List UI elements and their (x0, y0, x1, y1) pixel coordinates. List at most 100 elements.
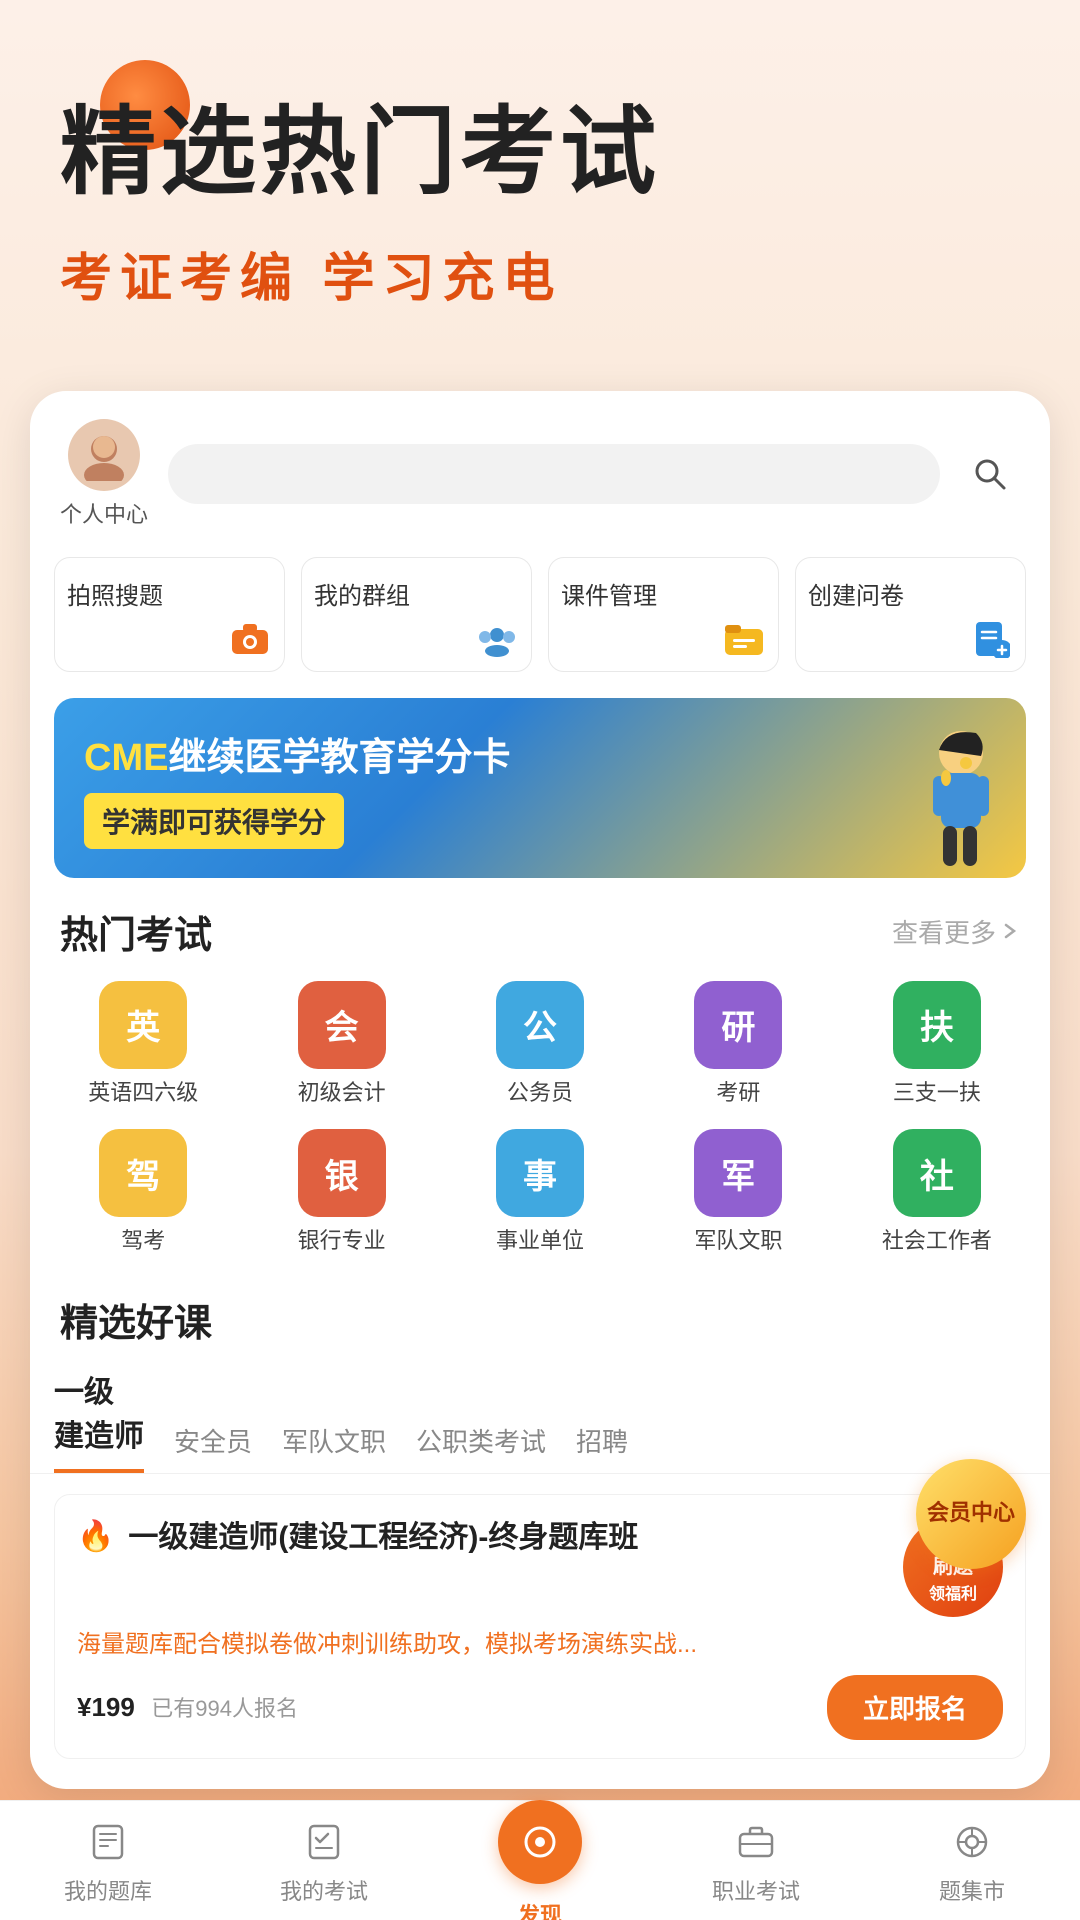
group-icon (475, 621, 519, 657)
nav-discover-label: 发现 (518, 1898, 562, 1920)
exam-item-social[interactable]: 社 社会工作者 (838, 1123, 1036, 1272)
nav-my-library[interactable]: 我的题库 (0, 1816, 216, 1906)
search-input[interactable] (168, 444, 940, 504)
exam-label-graduate: 考研 (716, 1079, 760, 1108)
avatar (68, 419, 140, 491)
exam-label-social: 社会工作者 (882, 1227, 992, 1256)
banner-text: CME继续医学教育学分卡 学满即可获得学分 (84, 726, 996, 849)
exam-label-civil: 公务员 (507, 1079, 573, 1108)
exam-item-sanzhi[interactable]: 扶 三支一扶 (838, 975, 1036, 1124)
nav-question-store-label: 题集市 (939, 1874, 1005, 1906)
folder-icon (722, 621, 766, 657)
exam-item-institution[interactable]: 事 事业单位 (441, 1123, 639, 1272)
exam-label-sanzhi: 三支一扶 (893, 1079, 981, 1108)
exam-icon-driving: 驾 (99, 1129, 187, 1217)
nav-question-store[interactable]: 题集市 (864, 1816, 1080, 1906)
nav-my-exam[interactable]: 我的考试 (216, 1816, 432, 1906)
exam-item-bank[interactable]: 银 银行专业 (242, 1123, 440, 1272)
course-price: ¥199 (77, 1692, 135, 1722)
tab-safety[interactable]: 安全员 (174, 1422, 252, 1473)
avatar-area[interactable]: 个人中心 (60, 419, 148, 529)
nav-my-exam-label: 我的考试 (280, 1874, 368, 1906)
banner-title: CME继续医学教育学分卡 (84, 726, 996, 781)
add-doc-icon (969, 621, 1013, 657)
avatar-label: 个人中心 (60, 497, 148, 529)
header-section: 精选热门考试 考证考编 学习充电 (0, 0, 1080, 351)
bottom-nav: 我的题库 我的考试 发现 职业考试 (0, 1800, 1080, 1920)
tab-first-constructor[interactable]: 一级建造师 (54, 1367, 144, 1473)
search-button[interactable] (960, 444, 1020, 504)
quick-action-photo-label: 拍照搜题 (67, 576, 163, 611)
exam-item-civil[interactable]: 公 公务员 (441, 975, 639, 1124)
quick-action-courseware-label: 课件管理 (561, 576, 657, 611)
main-card: 个人中心 拍照搜题 我的群组 (30, 391, 1050, 1789)
exam-icon (298, 1816, 350, 1868)
quick-action-group[interactable]: 我的群组 (301, 557, 532, 672)
exam-grid-row2: 驾 驾考 银 银行专业 事 事业单位 军 军队文职 社 社会工作者 (30, 1123, 1050, 1272)
nav-my-library-label: 我的题库 (64, 1874, 152, 1906)
selected-courses-title: 精选好课 (60, 1292, 212, 1347)
course-desc: 海量题库配合模拟卷做冲刺训练助攻，模拟考场演练实战... (77, 1627, 1003, 1663)
course-price-area: ¥199 已有994人报名 (77, 1691, 298, 1723)
exam-icon-social: 社 (893, 1129, 981, 1217)
exam-label-driving: 驾考 (121, 1227, 165, 1256)
exam-item-accounting[interactable]: 会 初级会计 (242, 975, 440, 1124)
exam-item-english[interactable]: 英 英语四六级 (44, 975, 242, 1124)
quick-action-courseware[interactable]: 课件管理 (548, 557, 779, 672)
member-center-button[interactable]: 会员中心 (916, 1459, 1026, 1569)
quick-action-questionnaire[interactable]: 创建问卷 (795, 557, 1026, 672)
nav-discover[interactable]: 发现 (432, 1792, 648, 1920)
exam-label-military: 军队文职 (694, 1227, 782, 1256)
course-card-header: 🔥 一级建造师(建设工程经济)-终身题库班 组队刷题领福利 (77, 1517, 1003, 1617)
cme-banner[interactable]: CME继续医学教育学分卡 学满即可获得学分 (54, 698, 1026, 878)
quick-action-photo[interactable]: 拍照搜题 (54, 557, 285, 672)
banner-subtitle: 学满即可获得学分 (84, 793, 344, 849)
exam-icon-sanzhi: 扶 (893, 981, 981, 1069)
exam-icon-institution: 事 (496, 1129, 584, 1217)
exam-icon-english: 英 (99, 981, 187, 1069)
selected-courses-header: 精选好课 (30, 1282, 1050, 1363)
page-subtitle: 考证考编 学习充电 (60, 236, 1020, 311)
exam-icon-civil: 公 (496, 981, 584, 1069)
page-main-title: 精选热门考试 (60, 100, 1020, 206)
camera-icon (228, 621, 272, 657)
exam-label-institution: 事业单位 (496, 1227, 584, 1256)
exam-label-accounting: 初级会计 (298, 1079, 386, 1108)
book-icon (82, 1816, 134, 1868)
nav-career-exam-label: 职业考试 (712, 1874, 800, 1906)
hot-exams-header: 热门考试 查看更多 (30, 894, 1050, 975)
banner-cme: CME (84, 737, 168, 779)
exam-icon-accounting: 会 (298, 981, 386, 1069)
tab-recruitment[interactable]: 招聘 (576, 1422, 628, 1473)
banner-figure (876, 718, 1016, 878)
exam-label-english: 英语四六级 (88, 1079, 198, 1108)
briefcase-icon (730, 1816, 782, 1868)
course-students: 已有994人报名 (151, 1696, 298, 1721)
member-center-label: 会员中心 (927, 1499, 1015, 1528)
hot-exams-more[interactable]: 查看更多 (892, 913, 1020, 950)
fire-icon: 🔥 (77, 1519, 114, 1554)
tab-military-civil[interactable]: 军队文职 (282, 1422, 386, 1473)
quick-actions: 拍照搜题 我的群组 课件管理 (30, 541, 1050, 688)
top-bar: 个人中心 (30, 391, 1050, 541)
exam-item-military[interactable]: 军 军队文职 (639, 1123, 837, 1272)
course-title: 一级建造师(建设工程经济)-终身题库班 (128, 1517, 889, 1559)
course-card: 🔥 一级建造师(建设工程经济)-终身题库班 组队刷题领福利 海量题库配合模拟卷做… (54, 1494, 1026, 1759)
nav-career-exam[interactable]: 职业考试 (648, 1816, 864, 1906)
exam-item-graduate[interactable]: 研 考研 (639, 975, 837, 1124)
quick-action-questionnaire-label: 创建问卷 (808, 576, 904, 611)
course-tabs: 一级建造师 安全员 军队文职 公职类考试 招聘 (30, 1363, 1050, 1474)
store-icon (946, 1816, 998, 1868)
tab-public-exam[interactable]: 公职类考试 (416, 1422, 546, 1473)
exam-icon-bank: 银 (298, 1129, 386, 1217)
enroll-button[interactable]: 立即报名 (827, 1675, 1003, 1740)
quick-action-group-label: 我的群组 (314, 576, 410, 611)
exam-icon-military: 军 (694, 1129, 782, 1217)
exam-grid-row1: 英 英语四六级 会 初级会计 公 公务员 研 考研 扶 三支一扶 (30, 975, 1050, 1124)
hot-exams-title: 热门考试 (60, 904, 212, 959)
exam-icon-graduate: 研 (694, 981, 782, 1069)
course-footer: ¥199 已有994人报名 立即报名 (77, 1675, 1003, 1740)
exam-item-driving[interactable]: 驾 驾考 (44, 1123, 242, 1272)
exam-label-bank: 银行专业 (298, 1227, 386, 1256)
discover-center-button[interactable] (498, 1800, 582, 1884)
